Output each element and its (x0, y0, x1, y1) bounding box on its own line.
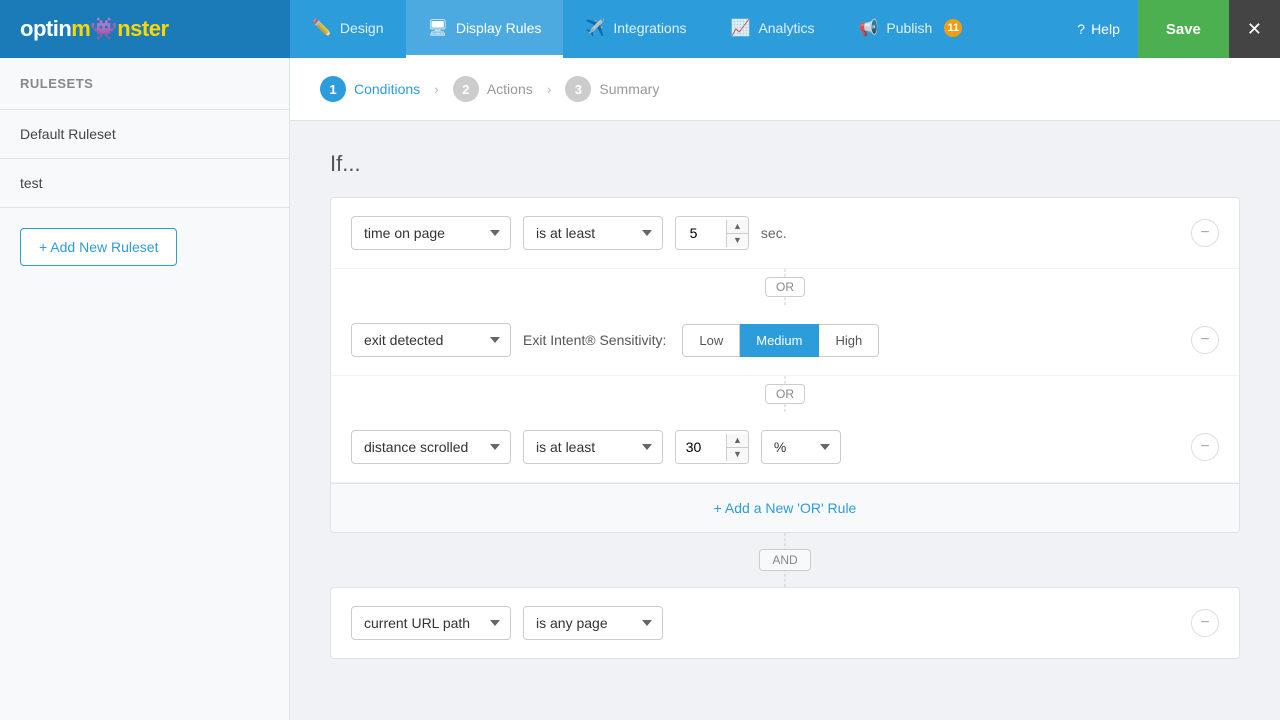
step-2-num: 2 (453, 76, 479, 102)
sidebar-item-label: test (20, 175, 43, 191)
remove-rule-1-button[interactable]: − (1191, 219, 1219, 247)
nav-tab-design-label: Design (340, 20, 384, 36)
nav-tab-display-rules[interactable]: 🖥 Display Rules (406, 0, 564, 58)
remove-rule-4-button[interactable]: − (1191, 609, 1219, 637)
sidebar-header: Rulesets (0, 58, 289, 110)
unit-label-1: sec. (761, 225, 787, 241)
step-actions[interactable]: 2 Actions (453, 76, 533, 102)
sensitivity-medium-button[interactable]: Medium (740, 324, 819, 357)
sensitivity-buttons: Low Medium High (682, 324, 879, 357)
spin-down-1[interactable]: ▼ (727, 234, 748, 247)
if-label: If... (330, 151, 1240, 177)
rules-area: If... time on page exit detected distanc… (290, 121, 1280, 689)
analytics-icon: 📈 (731, 18, 751, 38)
step-3-label: Summary (599, 81, 659, 97)
spin-up-1[interactable]: ▲ (727, 220, 748, 234)
publish-icon: 📢 (858, 18, 878, 38)
sidebar-item-label: Default Ruleset (20, 126, 116, 142)
or-badge-1: OR (765, 277, 805, 297)
sensitivity-high-button[interactable]: High (819, 324, 879, 357)
minus-icon-1: − (1200, 224, 1209, 242)
spin-up-3[interactable]: ▲ (727, 434, 748, 448)
remove-rule-3-button[interactable]: − (1191, 433, 1219, 461)
spinners-1: ▲ ▼ (726, 220, 748, 247)
step-2-label: Actions (487, 81, 533, 97)
value-input-wrap-1: ▲ ▼ (675, 216, 749, 250)
nav-tab-design[interactable]: ✏️ Design (290, 0, 406, 58)
unit-select-3[interactable]: % px (761, 430, 841, 464)
condition-select-2[interactable]: exit detected time on page distance scro… (351, 323, 511, 357)
logo: optinm👾nster (20, 16, 169, 42)
nav-tab-display-rules-label: Display Rules (456, 20, 542, 36)
step-arrow-1: › (434, 81, 439, 97)
spinners-3: ▲ ▼ (726, 434, 748, 461)
step-arrow-2: › (547, 81, 552, 97)
operator-select-3[interactable]: is at least is less than is exactly (523, 430, 663, 464)
nav-tab-publish[interactable]: 📢 Publish 11 (836, 0, 984, 58)
or-connector-1: OR (331, 269, 1239, 305)
add-new-ruleset-button[interactable]: + Add New Ruleset (20, 228, 177, 266)
main-content: 1 Conditions › 2 Actions › 3 Summary If.… (290, 58, 1280, 720)
logo-area: optinm👾nster (0, 0, 290, 58)
condition-select-4[interactable]: current URL path time on page exit detec… (351, 606, 511, 640)
rule-group-2: current URL path time on page exit detec… (330, 587, 1240, 659)
rule-row-4: current URL path time on page exit detec… (331, 588, 1239, 658)
save-button[interactable]: Save (1138, 0, 1229, 58)
nav-tab-analytics-label: Analytics (758, 20, 814, 36)
nav-tab-publish-label: Publish (886, 20, 932, 36)
help-label: Help (1091, 21, 1120, 37)
sidebar-item-default-ruleset[interactable]: Default Ruleset (0, 110, 289, 159)
rule-row-1: time on page exit detected distance scro… (331, 198, 1239, 269)
rule-row-2: exit detected time on page distance scro… (331, 305, 1239, 376)
step-conditions[interactable]: 1 Conditions (320, 76, 420, 102)
rule-group-1: time on page exit detected distance scro… (330, 197, 1240, 533)
value-input-wrap-3: ▲ ▼ (675, 430, 749, 464)
close-icon: ✕ (1247, 19, 1262, 39)
step-1-num: 1 (320, 76, 346, 102)
monitor-icon: 🖥 (428, 18, 448, 38)
condition-select-1[interactable]: time on page exit detected distance scro… (351, 216, 511, 250)
minus-icon-4: − (1200, 614, 1209, 632)
logo-text-main: optin (20, 16, 71, 41)
add-or-rule-button[interactable]: + Add a New 'OR' Rule (331, 483, 1239, 532)
close-button[interactable]: ✕ (1229, 0, 1280, 58)
nav-tabs: ✏️ Design 🖥 Display Rules ✈️ Integration… (290, 0, 1059, 58)
nav-tab-integrations-label: Integrations (613, 20, 686, 36)
value-input-1[interactable] (676, 217, 726, 249)
minus-icon-3: − (1200, 438, 1209, 456)
pencil-icon: ✏️ (312, 18, 332, 38)
top-nav: optinm👾nster ✏️ Design 🖥 Display Rules ✈… (0, 0, 1280, 58)
sidebar: Rulesets Default Ruleset test + Add New … (0, 58, 290, 720)
step-summary[interactable]: 3 Summary (565, 76, 659, 102)
and-badge: AND (759, 549, 810, 571)
spin-down-3[interactable]: ▼ (727, 448, 748, 461)
step-1-label: Conditions (354, 81, 420, 97)
step-3-num: 3 (565, 76, 591, 102)
steps-header: 1 Conditions › 2 Actions › 3 Summary (290, 58, 1280, 121)
sidebar-item-test[interactable]: test (0, 159, 289, 208)
or-connector-2: OR (331, 376, 1239, 412)
sensitivity-low-button[interactable]: Low (682, 324, 740, 357)
publish-badge: 11 (944, 19, 962, 37)
condition-select-3[interactable]: distance scrolled time on page exit dete… (351, 430, 511, 464)
rule-row-3: distance scrolled time on page exit dete… (331, 412, 1239, 483)
nav-right: ? Help Save ✕ (1059, 0, 1280, 58)
minus-icon-2: − (1200, 331, 1209, 349)
or-badge-2: OR (765, 384, 805, 404)
url-operator-select-4[interactable]: is any page contains exactly matches (523, 606, 663, 640)
value-input-3[interactable] (676, 431, 726, 463)
sensitivity-label: Exit Intent® Sensitivity: (523, 332, 666, 348)
nav-tab-integrations[interactable]: ✈️ Integrations (563, 0, 708, 58)
help-icon: ? (1077, 21, 1085, 37)
remove-rule-2-button[interactable]: − (1191, 326, 1219, 354)
nav-tab-analytics[interactable]: 📈 Analytics (709, 0, 837, 58)
logo-monster: m👾nster (71, 16, 168, 41)
layout: Rulesets Default Ruleset test + Add New … (0, 58, 1280, 720)
help-button[interactable]: ? Help (1059, 0, 1138, 58)
integrations-icon: ✈️ (585, 18, 605, 38)
and-connector: AND (330, 533, 1240, 587)
operator-select-1[interactable]: is at least is less than is exactly (523, 216, 663, 250)
